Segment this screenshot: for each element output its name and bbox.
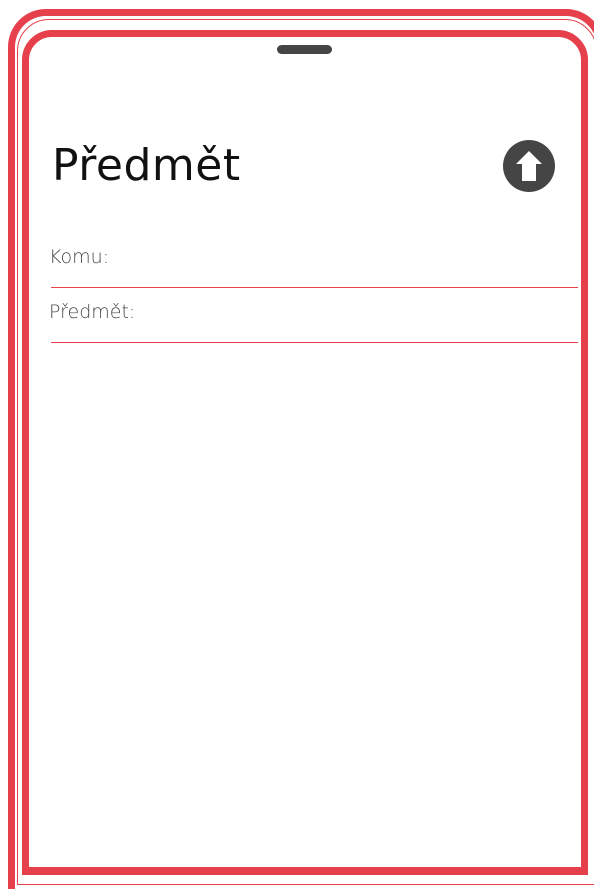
- subject-label: Předmět:: [49, 301, 136, 323]
- subject-divider: [51, 342, 578, 343]
- speaker-notch: [277, 45, 332, 54]
- to-label: Komu:: [49, 246, 110, 268]
- subject-input[interactable]: [149, 296, 573, 330]
- send-button[interactable]: [503, 140, 555, 192]
- device-bottom-border: [22, 868, 588, 875]
- to-input[interactable]: [149, 241, 573, 275]
- to-divider: [51, 287, 578, 288]
- subject-field: Předmět:: [49, 296, 578, 352]
- page-title: Předmět: [52, 140, 241, 191]
- arrow-up-icon: [516, 151, 542, 181]
- device-bottom-thin-border: [17, 884, 594, 885]
- to-field: Komu:: [49, 241, 578, 297]
